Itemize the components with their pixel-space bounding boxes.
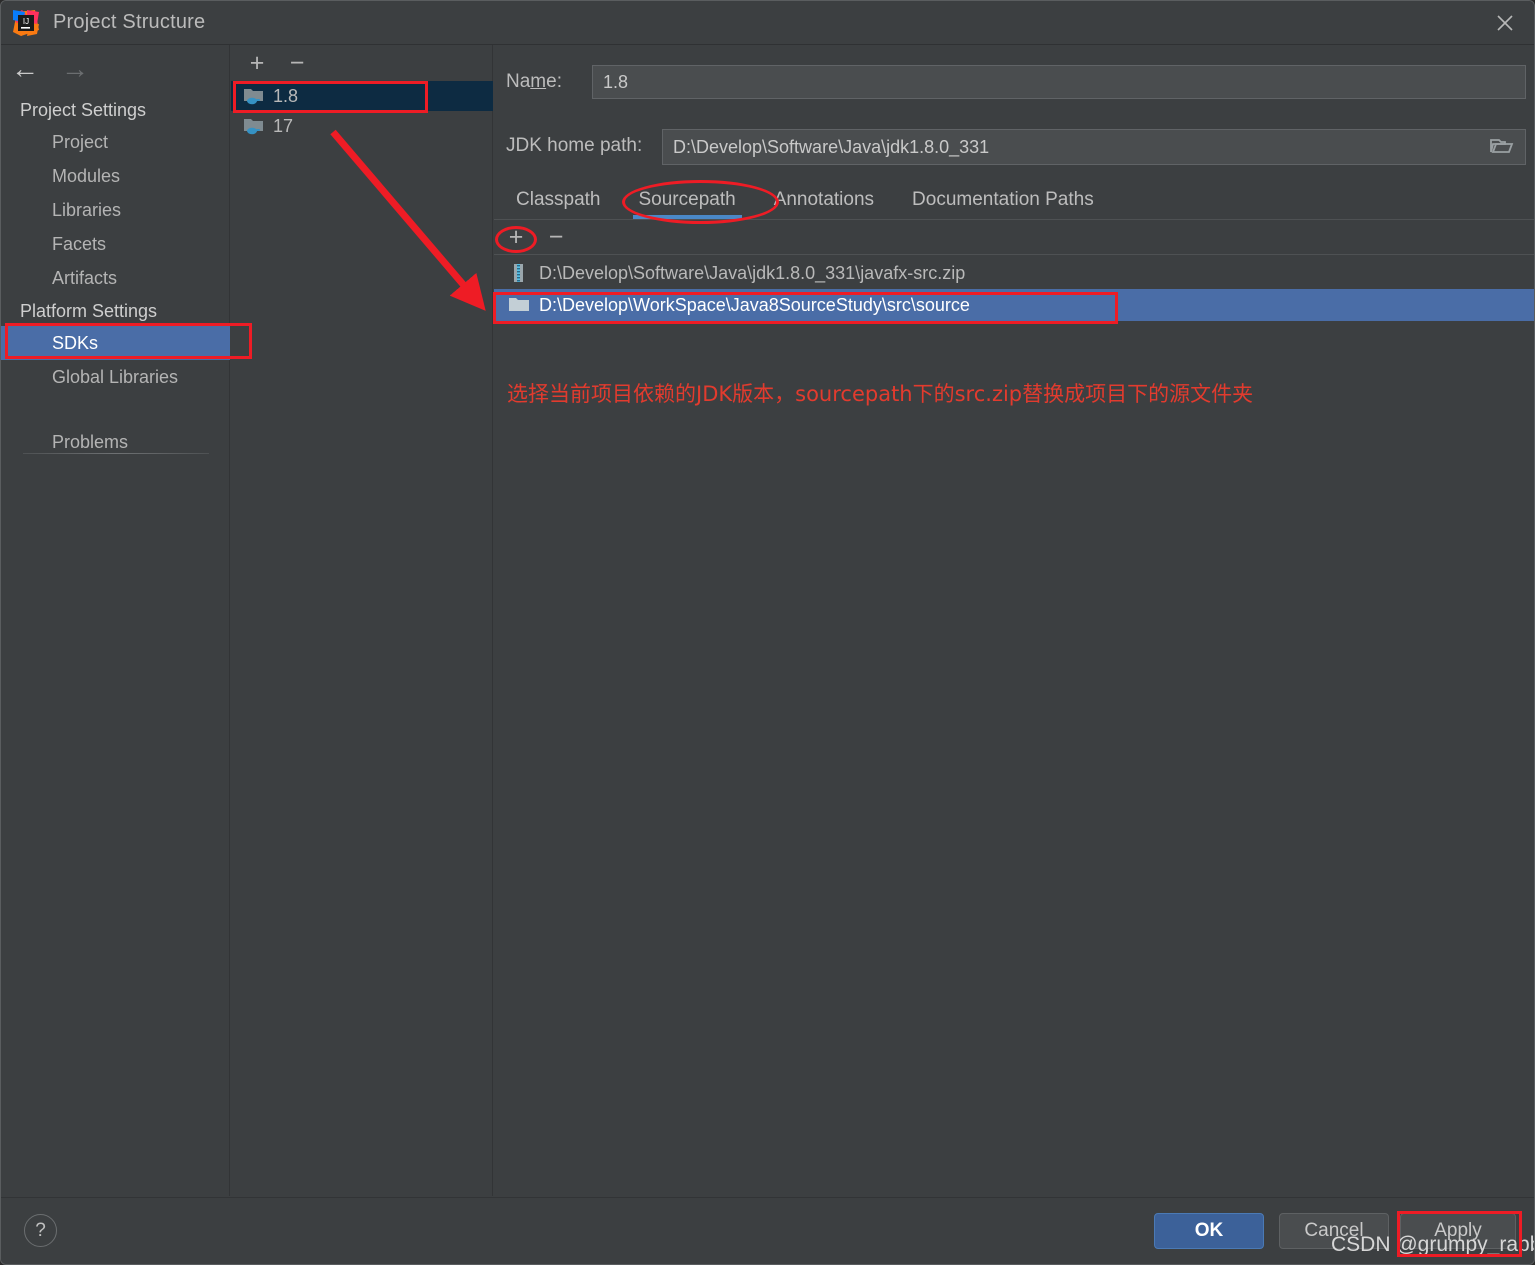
sdk-list-panel: + − 1.8 17	[231, 45, 493, 1196]
title-bar: IJ Project Structure	[1, 1, 1534, 45]
sdk-item-label: 1.8	[273, 85, 299, 106]
arrow-right-icon[interactable]: →	[61, 55, 89, 83]
tab-sourcepath[interactable]: Sourcepath	[629, 189, 746, 219]
zip-archive-icon	[508, 263, 530, 283]
close-icon[interactable]	[1474, 1, 1534, 44]
tab-documentation-paths[interactable]: Documentation Paths	[902, 189, 1104, 219]
intellij-idea-logo-icon: IJ	[13, 9, 39, 36]
svg-text:IJ: IJ	[23, 17, 29, 26]
jdk-folder-icon	[243, 86, 265, 106]
list-item[interactable]: D:\Develop\WorkSpace\Java8SourceStudy\sr…	[494, 289, 1534, 321]
sourcepath-list: D:\Develop\Software\Java\jdk1.8.0_331\ja…	[494, 257, 1534, 321]
sdk-item-label: 17	[273, 115, 294, 136]
name-input[interactable]: 1.8	[592, 65, 1526, 99]
sidebar-item-modules[interactable]: Modules	[1, 159, 230, 193]
jdk-home-path-row: JDK home path: D:\Develop\Software\Java\…	[506, 129, 1526, 165]
help-icon[interactable]: ?	[24, 1214, 57, 1247]
jdk-home-path-value: D:\Develop\Software\Java\jdk1.8.0_331	[673, 136, 990, 157]
minus-icon[interactable]: −	[285, 50, 309, 76]
jdk-home-path-label: JDK home path:	[506, 135, 643, 156]
nav-header-platform-settings: Platform Settings	[20, 301, 158, 321]
sidebar-item-facets[interactable]: Facets	[1, 227, 230, 261]
name-input-value: 1.8	[603, 71, 629, 92]
list-item[interactable]: D:\Develop\Software\Java\jdk1.8.0_331\ja…	[494, 257, 1534, 289]
tab-classpath[interactable]: Classpath	[506, 189, 611, 219]
plus-icon[interactable]: +	[245, 50, 269, 76]
name-label: Name:	[506, 71, 562, 92]
folder-open-icon[interactable]	[1489, 136, 1515, 158]
list-item-label: D:\Develop\Software\Java\jdk1.8.0_331\ja…	[539, 262, 966, 283]
sidebar-item-libraries[interactable]: Libraries	[1, 193, 230, 227]
nav-group-problems: Problems	[1, 425, 230, 459]
nav-group-platform-settings: Platform Settings SDKs Global Libraries	[1, 297, 230, 394]
settings-sidebar: ← → Project Settings Project Modules Lib…	[1, 45, 230, 1196]
folder-icon	[508, 295, 530, 315]
nav-header-project-settings: Project Settings	[20, 100, 147, 120]
annotation-note: 选择当前项目依赖的JDK版本，sourcepath下的src.zip替换成项目下…	[507, 382, 1254, 406]
jdk-folder-icon	[243, 116, 265, 136]
path-list-toolbar: + −	[494, 221, 1534, 255]
sidebar-item-artifacts[interactable]: Artifacts	[1, 261, 230, 295]
sidebar-item-project[interactable]: Project	[1, 125, 230, 159]
sdk-items: 1.8 17	[231, 81, 493, 141]
sidebar-item-sdks[interactable]: SDKs	[1, 326, 230, 360]
navigation-arrows: ← →	[11, 55, 89, 83]
page-title: Project Structure	[53, 11, 206, 33]
sdk-item-17[interactable]: 17	[231, 111, 493, 141]
nav-group-project-settings: Project Settings Project Modules Librari…	[1, 96, 230, 295]
sdk-item-1-8[interactable]: 1.8	[231, 81, 493, 111]
sdk-list-toolbar: + −	[231, 45, 493, 81]
tab-annotations[interactable]: Annotations	[764, 189, 884, 219]
project-structure-dialog: IJ Project Structure ← → Project Setting…	[0, 0, 1535, 1265]
arrow-left-icon[interactable]: ←	[11, 55, 39, 83]
ok-button[interactable]: OK	[1154, 1213, 1264, 1249]
dialog-footer: ? OK Cancel Apply	[1, 1197, 1534, 1264]
plus-icon[interactable]: +	[504, 225, 528, 250]
jdk-home-path-input[interactable]: D:\Develop\Software\Java\jdk1.8.0_331	[662, 129, 1526, 165]
path-tabs: Classpath Sourcepath Annotations Documen…	[506, 183, 1534, 219]
sidebar-item-problems[interactable]: Problems	[1, 425, 230, 459]
sidebar-item-global-libraries[interactable]: Global Libraries	[1, 360, 230, 394]
watermark: CSDN @grumpy_rabbit	[1331, 1233, 1535, 1256]
minus-icon[interactable]: −	[544, 225, 568, 250]
sdk-detail-panel: Name: 1.8 JDK home path: D:\Develop\Soft…	[494, 45, 1534, 1196]
tabs-divider	[494, 219, 1534, 220]
list-item-label: D:\Develop\WorkSpace\Java8SourceStudy\sr…	[539, 294, 970, 315]
name-row: Name: 1.8	[506, 65, 1526, 99]
